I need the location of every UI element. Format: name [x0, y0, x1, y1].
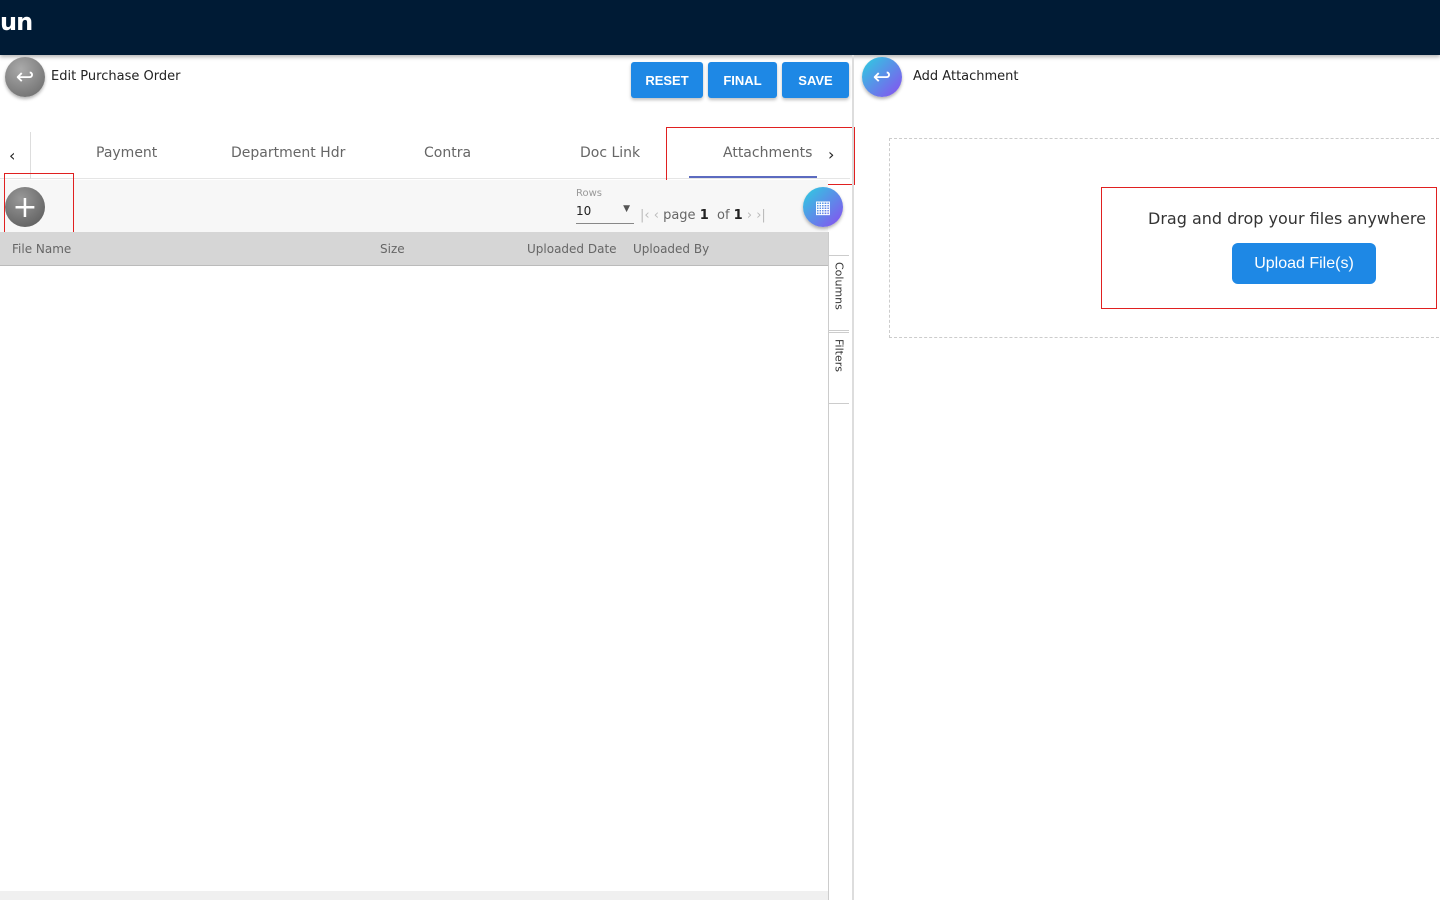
- last-page-icon[interactable]: ›|: [756, 208, 766, 223]
- filters-panel-toggle[interactable]: Filters: [829, 332, 849, 404]
- grid-icon: ▦: [814, 196, 832, 218]
- logo: un: [0, 8, 33, 36]
- first-page-icon[interactable]: |‹: [640, 208, 650, 223]
- dropdown-icon: ▼: [623, 204, 630, 214]
- tab-doc-link[interactable]: Doc Link: [580, 145, 640, 161]
- highlight-box: [4, 173, 74, 233]
- add-attachment-panel: ↩ Add Attachment Drag and drop your file…: [852, 55, 1440, 900]
- final-button[interactable]: FINAL: [708, 62, 777, 98]
- tab-payment[interactable]: Payment: [96, 145, 157, 161]
- back-button[interactable]: ↩: [5, 57, 45, 97]
- column-file-name[interactable]: File Name: [12, 242, 71, 256]
- highlight-box: [666, 127, 855, 185]
- table-header: File Name Size Uploaded Date Uploaded By: [0, 232, 828, 266]
- reset-button[interactable]: RESET: [631, 62, 703, 98]
- column-uploaded-by[interactable]: Uploaded By: [633, 242, 709, 256]
- edit-purchase-order-panel: ↩ Edit Purchase Order RESET FINAL SAVE ‹…: [0, 55, 855, 900]
- tab-contra[interactable]: Contra: [424, 145, 471, 161]
- columns-panel-toggle[interactable]: Columns: [829, 255, 849, 331]
- grid-view-button[interactable]: ▦: [803, 187, 843, 227]
- side-panel: Columns Filters: [828, 232, 849, 900]
- next-page-icon[interactable]: ›: [747, 208, 752, 223]
- highlight-box: [1101, 187, 1437, 309]
- tab-department-hdr[interactable]: Department Hdr: [231, 145, 345, 161]
- back-arrow-icon: ↩: [15, 64, 35, 90]
- rows-label: Rows: [576, 188, 603, 199]
- prev-page-icon[interactable]: ‹: [654, 208, 659, 223]
- back-button[interactable]: ↩: [862, 57, 902, 97]
- rows-select[interactable]: 10 ▼: [576, 204, 634, 224]
- column-uploaded-date[interactable]: Uploaded Date: [527, 242, 617, 256]
- save-button[interactable]: SAVE: [782, 62, 849, 98]
- horizontal-scrollbar[interactable]: [0, 891, 828, 900]
- chevron-left-icon[interactable]: ‹: [0, 132, 31, 179]
- column-size[interactable]: Size: [380, 242, 405, 256]
- page-title: Edit Purchase Order: [51, 69, 181, 84]
- back-arrow-icon: ↩: [872, 64, 892, 90]
- panel-title: Add Attachment: [913, 69, 1019, 84]
- top-bar: un: [0, 0, 1440, 55]
- grid-toolbar: + Rows 10 ▼ |‹ ‹ page 1 of 1 › ›| ▦: [0, 180, 843, 232]
